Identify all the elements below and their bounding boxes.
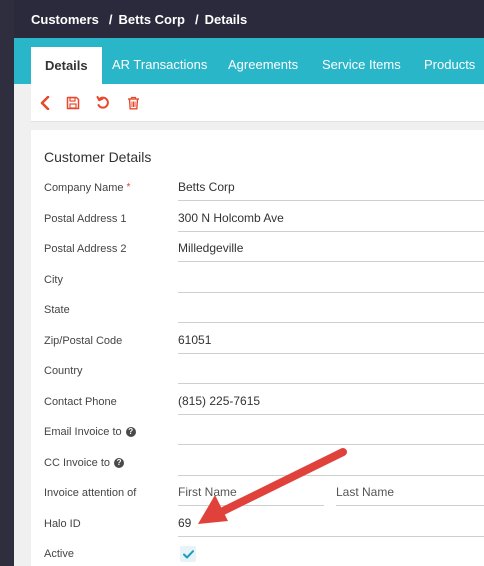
help-icon[interactable]: ?: [125, 427, 136, 438]
state-label: State: [44, 304, 70, 316]
cc-invoice-label: CC Invoice to?: [44, 457, 125, 469]
breadcrumb-separator: /: [108, 11, 113, 27]
email-invoice-field[interactable]: [178, 423, 484, 445]
tab-details[interactable]: Details: [31, 45, 102, 84]
cc-invoice-field[interactable]: [178, 454, 484, 476]
tab-bar: Details AR Transactions Agreements Servi…: [14, 38, 484, 84]
contact-phone-label: Contact Phone: [44, 396, 117, 408]
tab-ar-transactions[interactable]: AR Transactions: [112, 45, 207, 84]
back-icon: [40, 96, 50, 110]
breadcrumb-customers[interactable]: Customers: [31, 12, 99, 27]
help-icon[interactable]: ?: [114, 458, 125, 469]
breadcrumb-separator: /: [195, 11, 199, 27]
invoice-attention-label: Invoice attention of: [44, 487, 137, 499]
delete-button[interactable]: [124, 94, 142, 112]
breadcrumb-betts-corp[interactable]: Betts Corp: [119, 12, 185, 27]
back-button[interactable]: [36, 94, 54, 112]
state-field[interactable]: [178, 301, 484, 323]
postal-address-1-field[interactable]: 300 N Holcomb Ave: [178, 210, 484, 232]
content-frame: Details AR Transactions Agreements Servi…: [14, 38, 484, 566]
country-label: Country: [44, 365, 83, 377]
zip-field[interactable]: 61051: [178, 332, 484, 354]
tab-service-items[interactable]: Service Items: [322, 45, 401, 84]
checkmark-icon: [182, 549, 194, 558]
save-icon: [66, 96, 80, 110]
last-name-field[interactable]: Last Name: [336, 484, 484, 506]
postal-address-2-field[interactable]: Milledgeville: [178, 240, 484, 262]
city-label: City: [44, 274, 63, 286]
panel-title: Customer Details: [44, 149, 152, 165]
contact-phone-field[interactable]: (815) 225-7615: [178, 393, 484, 415]
save-button[interactable]: [64, 94, 82, 112]
delete-icon: [127, 96, 139, 110]
halo-id-field[interactable]: 69: [178, 515, 484, 537]
company-name-label: Company Name *: [44, 182, 131, 194]
tab-agreements[interactable]: Agreements: [228, 45, 298, 84]
company-name-field[interactable]: Betts Corp: [178, 179, 484, 201]
first-name-field[interactable]: First Name: [178, 484, 324, 506]
active-label: Active: [44, 548, 74, 560]
customer-details-panel: Customer Details Company Name * Betts Cor…: [31, 130, 484, 566]
required-marker: *: [126, 182, 131, 193]
city-field[interactable]: [178, 271, 484, 293]
zip-label: Zip/Postal Code: [44, 335, 123, 347]
breadcrumb-details: Details: [204, 11, 248, 27]
breadcrumb: Customers / Betts Corp / Details: [14, 0, 484, 38]
halo-id-label: Halo ID: [44, 518, 81, 530]
undo-button[interactable]: [94, 94, 112, 112]
tab-products[interactable]: Products: [424, 45, 475, 84]
active-checkbox[interactable]: [180, 546, 196, 562]
postal-address-1-label: Postal Address 1: [44, 213, 127, 225]
toolbar: [31, 84, 484, 122]
postal-address-2-label: Postal Address 2: [44, 243, 127, 255]
undo-icon: [96, 96, 109, 109]
email-invoice-label: Email Invoice to?: [44, 426, 136, 438]
country-field[interactable]: [178, 362, 484, 384]
